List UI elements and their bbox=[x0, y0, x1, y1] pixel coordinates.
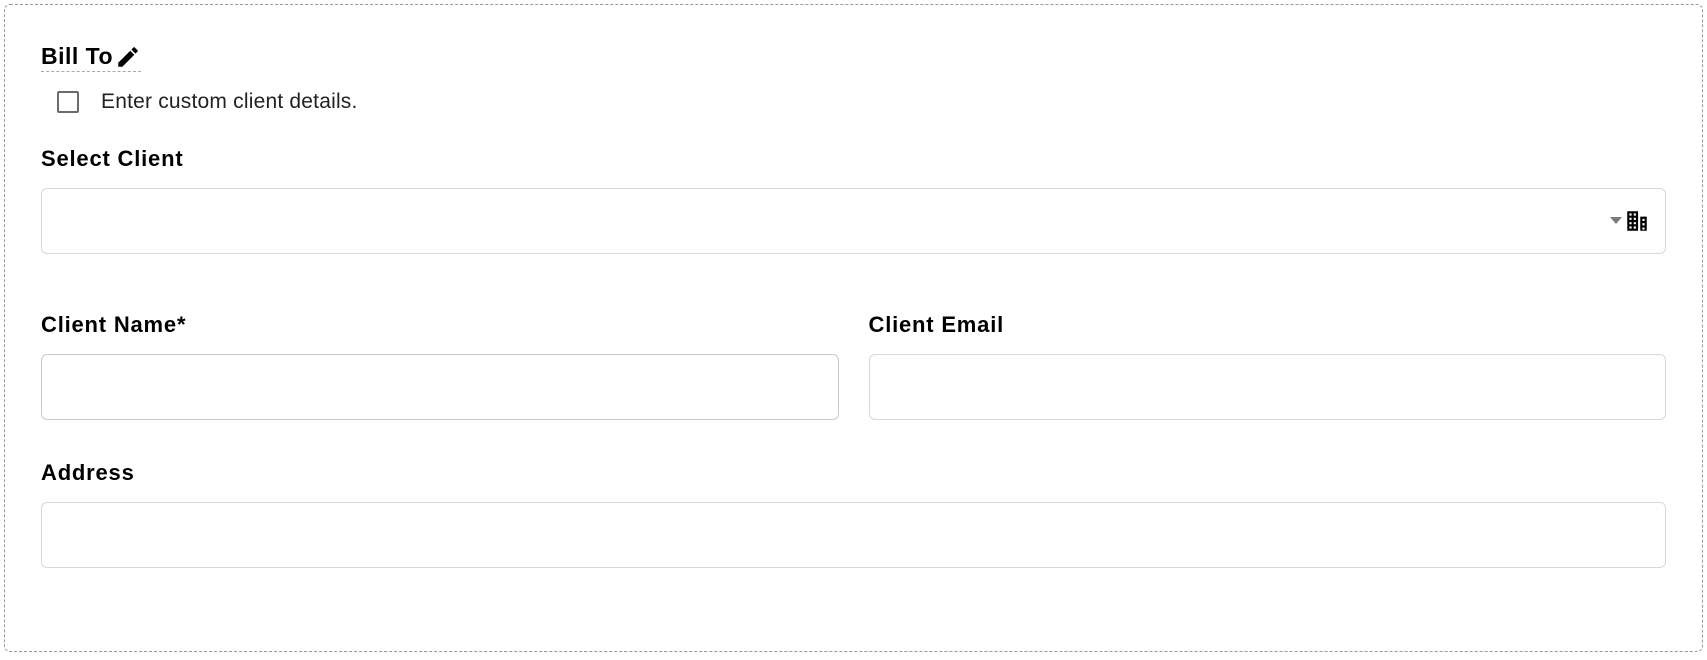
client-name-input[interactable] bbox=[41, 354, 839, 420]
required-indicator: * bbox=[177, 312, 186, 337]
custom-client-checkbox-row: Enter custom client details. bbox=[57, 90, 1666, 114]
client-email-col: Client Email bbox=[869, 312, 1667, 420]
address-input[interactable] bbox=[41, 502, 1666, 568]
client-name-col: Client Name* bbox=[41, 312, 839, 420]
name-email-row: Client Name* Client Email bbox=[41, 312, 1666, 420]
select-client-label: Select Client bbox=[41, 146, 1666, 172]
client-name-label: Client Name* bbox=[41, 312, 839, 338]
custom-client-checkbox[interactable] bbox=[57, 91, 79, 113]
client-email-input[interactable] bbox=[869, 354, 1667, 420]
client-email-label: Client Email bbox=[869, 312, 1667, 338]
address-label: Address bbox=[41, 460, 1666, 486]
bill-to-heading-row: Bill To bbox=[41, 43, 141, 72]
bill-to-panel: Bill To Enter custom client details. Sel… bbox=[4, 4, 1703, 652]
bill-to-heading: Bill To bbox=[41, 43, 113, 71]
custom-client-checkbox-label: Enter custom client details. bbox=[101, 90, 358, 114]
address-row: Address bbox=[41, 460, 1666, 568]
select-client-input[interactable] bbox=[41, 188, 1666, 254]
select-client-wrap bbox=[41, 188, 1666, 254]
edit-icon[interactable] bbox=[115, 44, 141, 70]
client-name-label-text: Client Name bbox=[41, 312, 177, 337]
